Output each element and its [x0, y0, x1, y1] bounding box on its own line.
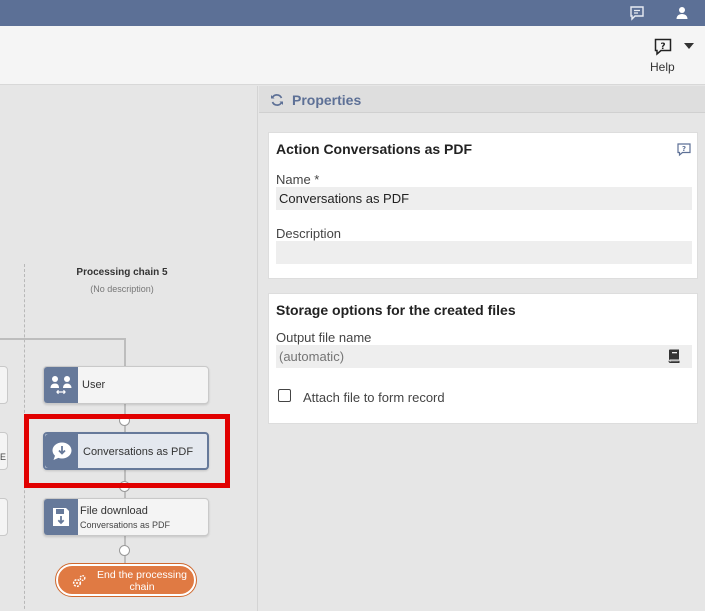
top-bar	[0, 0, 705, 26]
help-label: Help	[650, 60, 675, 74]
user-exchange-icon	[50, 376, 72, 395]
svg-text:?: ?	[682, 145, 686, 153]
node-title: User	[82, 379, 106, 391]
lane-divider	[24, 264, 25, 611]
partial-node[interactable]	[0, 432, 8, 470]
node-subtitle: Conversations as PDF	[80, 520, 171, 530]
node-icon-box	[45, 434, 78, 468]
node-icon-box	[44, 367, 78, 403]
name-field[interactable]	[276, 187, 692, 210]
node-conversations-as-pdf[interactable]: Conversations as PDF	[43, 432, 209, 470]
properties-panel: Properties Action Conversations as PDF ?…	[259, 86, 705, 611]
node-file-download[interactable]: File download Conversations as PDF	[43, 498, 209, 536]
svg-text:?: ?	[660, 42, 665, 52]
connector-dot[interactable]	[119, 481, 130, 492]
gears-icon	[72, 575, 86, 588]
description-field[interactable]	[276, 241, 692, 264]
end-button-label: End the processing chain	[97, 569, 187, 593]
node-user[interactable]: User	[43, 366, 209, 404]
partial-node-label: E	[0, 452, 7, 462]
storage-heading: Storage options for the created files	[276, 302, 516, 318]
chat-icon[interactable]	[629, 5, 645, 21]
user-icon[interactable]	[674, 5, 690, 21]
node-icon-box	[44, 499, 78, 535]
description-label: Description	[276, 226, 342, 241]
output-file-name-label: Output file name	[276, 330, 372, 345]
node-title: Conversations as PDF	[83, 446, 194, 458]
connector-dot[interactable]	[119, 415, 130, 426]
chain-description: (No description)	[90, 284, 154, 294]
help-button[interactable]: ? Help	[646, 36, 702, 80]
connector-line	[0, 338, 126, 340]
help-icon: ?	[654, 38, 672, 56]
chain-title: Processing chain 5	[76, 267, 168, 278]
attach-file-checkbox[interactable]	[278, 389, 291, 402]
action-heading: Action Conversations as PDF	[276, 141, 473, 157]
node-title: File download	[80, 505, 148, 517]
sync-icon[interactable]	[270, 93, 284, 107]
storage-options-card: Storage options for the created files Ou…	[268, 293, 698, 424]
toolbar: ? Help	[0, 26, 705, 85]
partial-node[interactable]	[0, 366, 8, 404]
properties-title: Properties	[292, 92, 362, 108]
properties-header: Properties	[259, 86, 705, 113]
book-icon[interactable]	[668, 349, 680, 363]
action-card: Action Conversations as PDF ? Name * Des…	[268, 132, 698, 279]
process-canvas: Processing chain 5 (No description) E Us…	[0, 86, 258, 611]
connector-dot[interactable]	[119, 545, 130, 556]
help-icon[interactable]: ?	[677, 143, 691, 157]
output-file-name-input[interactable]	[276, 345, 692, 368]
partial-node[interactable]	[0, 498, 8, 536]
chat-download-icon	[52, 442, 72, 460]
connector-line	[124, 338, 126, 366]
attach-file-label: Attach file to form record	[303, 390, 445, 405]
name-label: Name *	[276, 172, 320, 187]
floppy-download-icon	[53, 508, 69, 526]
end-processing-chain-button[interactable]: End the processing chain	[55, 563, 197, 597]
chevron-down-icon[interactable]	[684, 43, 694, 49]
